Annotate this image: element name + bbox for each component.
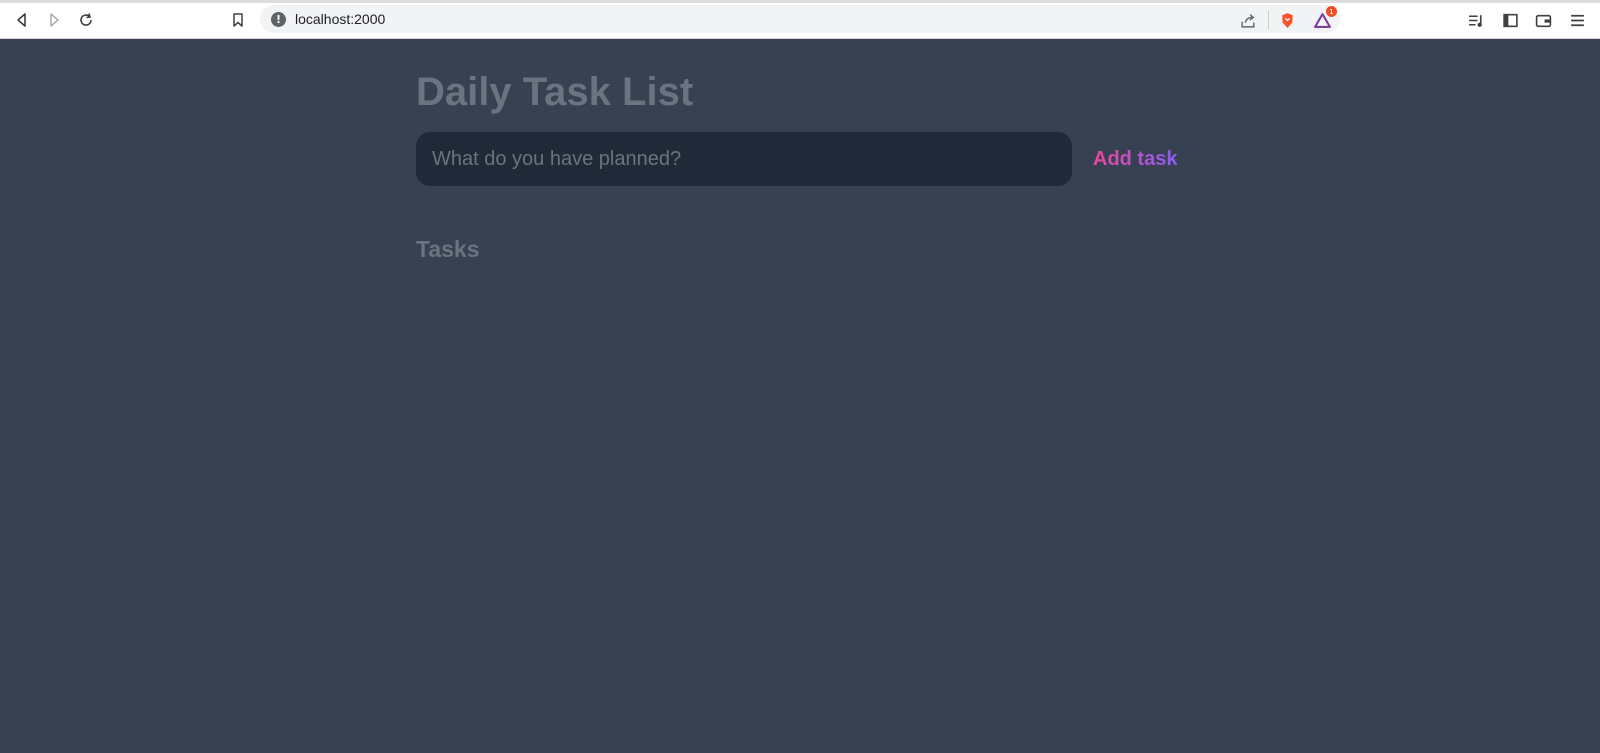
site-info-icon[interactable]: ! xyxy=(271,11,286,27)
browser-toolbar: ! localhost:2000 1 xyxy=(0,0,1600,39)
brave-shields-icon[interactable] xyxy=(1276,9,1298,31)
rewards-badge: 1 xyxy=(1326,6,1337,17)
wallet-icon[interactable] xyxy=(1532,9,1554,31)
bookmark-icon[interactable] xyxy=(227,9,249,31)
share-icon[interactable] xyxy=(1237,9,1259,31)
address-bar[interactable]: ! localhost:2000 xyxy=(260,5,1340,33)
reload-icon[interactable] xyxy=(75,9,97,31)
tasks-heading: Tasks xyxy=(416,236,480,262)
brave-rewards-icon[interactable]: 1 xyxy=(1311,6,1337,31)
app-page: Daily Task List Add task Tasks xyxy=(0,39,1600,753)
toolbar-divider xyxy=(1268,11,1269,29)
menu-icon[interactable] xyxy=(1566,9,1588,31)
media-queue-icon[interactable] xyxy=(1465,9,1487,31)
back-icon[interactable] xyxy=(11,9,33,31)
sidebar-icon[interactable] xyxy=(1499,9,1521,31)
add-task-button[interactable]: Add task xyxy=(1093,143,1177,175)
page-title: Daily Task List xyxy=(416,70,694,114)
tab-strip xyxy=(0,0,1600,3)
forward-icon[interactable] xyxy=(43,9,65,31)
task-input[interactable] xyxy=(416,132,1072,186)
url-text[interactable]: localhost:2000 xyxy=(295,11,385,27)
